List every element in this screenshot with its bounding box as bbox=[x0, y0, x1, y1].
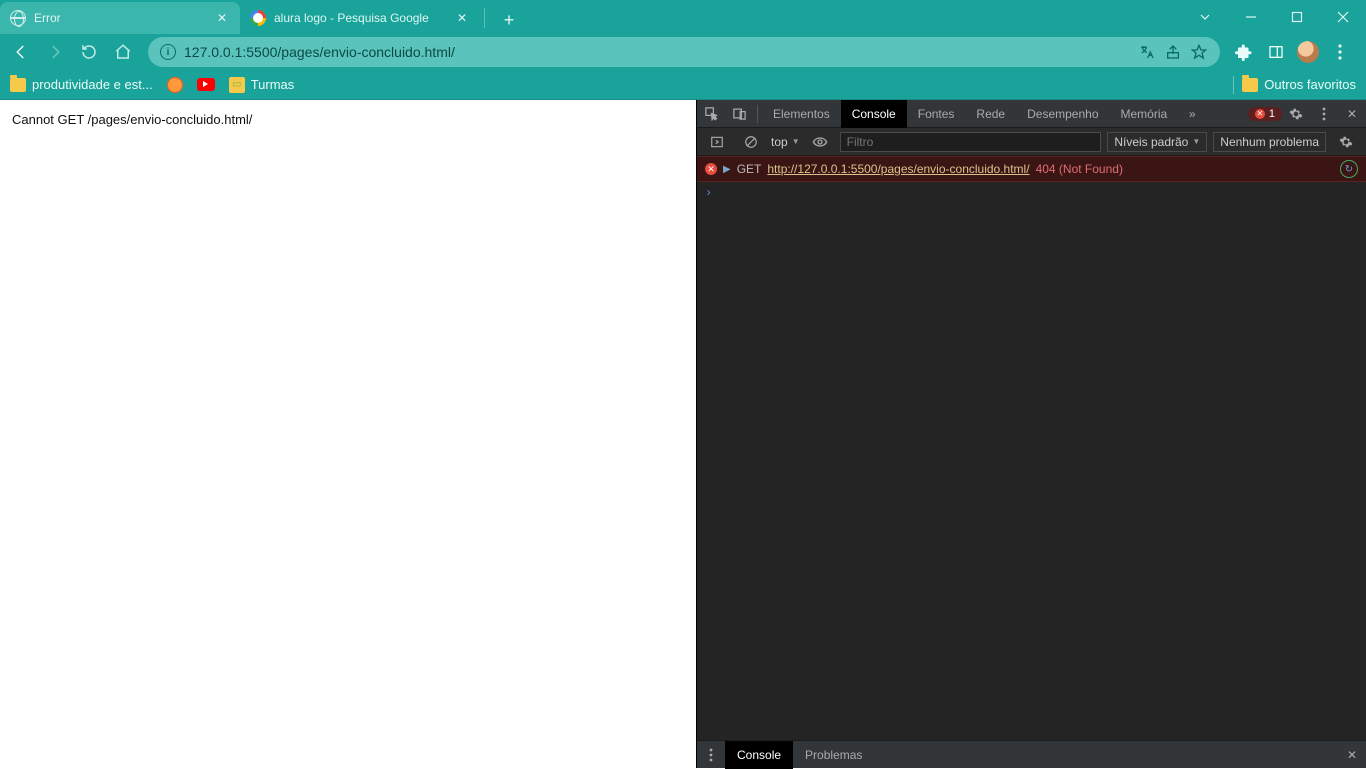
more-tabs-icon[interactable]: » bbox=[1178, 100, 1206, 128]
folder-icon bbox=[10, 78, 26, 92]
folder-icon bbox=[1242, 78, 1258, 92]
tab-title: Error bbox=[34, 11, 206, 25]
browser-tab[interactable]: alura logo - Pesquisa Google ✕ bbox=[240, 2, 480, 34]
error-dot-icon: ✕ bbox=[1255, 109, 1265, 119]
bookmark-label: Turmas bbox=[251, 77, 295, 92]
reload-button[interactable] bbox=[74, 37, 104, 67]
log-levels-selector[interactable]: Níveis padrão ▼ bbox=[1107, 132, 1207, 152]
devtools-settings-icon[interactable] bbox=[1282, 100, 1310, 128]
drawer-close-icon[interactable]: ✕ bbox=[1338, 741, 1366, 769]
live-expression-icon[interactable] bbox=[806, 128, 834, 156]
bookmarks-bar: produtividade e est... ▭ Turmas Outros f… bbox=[0, 70, 1366, 100]
page-content: Cannot GET /pages/envio-concluido.html/ bbox=[0, 100, 696, 768]
bookmark-folder[interactable]: produtividade e est... bbox=[10, 77, 153, 92]
devtools-drawer: Console Problemas ✕ bbox=[697, 740, 1366, 768]
youtube-icon bbox=[197, 78, 215, 91]
console-settings-icon[interactable] bbox=[1332, 128, 1360, 156]
forward-button[interactable] bbox=[40, 37, 70, 67]
translate-icon[interactable] bbox=[1138, 43, 1156, 61]
tab-elements[interactable]: Elementos bbox=[762, 100, 841, 128]
other-bookmarks[interactable]: Outros favoritos bbox=[1242, 77, 1356, 92]
devtools-panel: Elementos Console Fontes Rede Desempenho… bbox=[696, 100, 1366, 768]
tab-console[interactable]: Console bbox=[841, 100, 907, 128]
clear-console-icon[interactable] bbox=[737, 128, 765, 156]
separator bbox=[1233, 76, 1234, 94]
browser-tab-active[interactable]: Error ✕ bbox=[0, 2, 240, 34]
window-maximize-button[interactable] bbox=[1274, 0, 1320, 34]
console-sidebar-toggle-icon[interactable] bbox=[703, 128, 731, 156]
tab-sources[interactable]: Fontes bbox=[907, 100, 966, 128]
window-minimize-button[interactable] bbox=[1228, 0, 1274, 34]
tab-title: alura logo - Pesquisa Google bbox=[274, 11, 446, 25]
new-tab-button[interactable]: + bbox=[495, 6, 523, 34]
url-text: 127.0.0.1:5500/pages/envio-concluido.htm… bbox=[184, 44, 1130, 60]
devtools-close-icon[interactable]: ✕ bbox=[1338, 100, 1366, 128]
request-url[interactable]: http://127.0.0.1:5500/pages/envio-conclu… bbox=[767, 162, 1029, 176]
bookmark-label: Outros favoritos bbox=[1264, 77, 1356, 92]
tab-performance[interactable]: Desempenho bbox=[1016, 100, 1109, 128]
error-text: Cannot GET /pages/envio-concluido.html/ bbox=[12, 112, 252, 127]
google-icon bbox=[250, 10, 266, 26]
drawer-tab-console[interactable]: Console bbox=[725, 741, 793, 769]
window-close-button[interactable] bbox=[1320, 0, 1366, 34]
bookmark-item[interactable]: ▭ Turmas bbox=[229, 77, 295, 93]
bookmark-star-icon[interactable] bbox=[1190, 43, 1208, 61]
site-info-icon[interactable]: i bbox=[160, 44, 176, 60]
profile-avatar[interactable] bbox=[1294, 38, 1322, 66]
tab-close-icon[interactable]: ✕ bbox=[214, 10, 230, 26]
devtools-menu-icon[interactable] bbox=[1310, 100, 1338, 128]
tab-strip: Error ✕ alura logo - Pesquisa Google ✕ + bbox=[0, 0, 1366, 34]
tab-separator bbox=[484, 8, 485, 28]
error-counter[interactable]: ✕ 1 bbox=[1248, 107, 1282, 121]
side-panel-button[interactable] bbox=[1262, 38, 1290, 66]
source-link-icon[interactable]: ↻ bbox=[1340, 160, 1358, 178]
error-count: 1 bbox=[1269, 108, 1275, 120]
inspect-element-icon[interactable] bbox=[697, 100, 725, 128]
request-method: GET bbox=[737, 162, 762, 176]
error-icon: ✕ bbox=[705, 163, 717, 175]
console-prompt[interactable]: › bbox=[697, 182, 1366, 204]
chrome-menu-button[interactable] bbox=[1326, 38, 1354, 66]
issues-chip[interactable]: Nenhum problema bbox=[1213, 132, 1326, 152]
bookmark-item[interactable] bbox=[197, 78, 215, 91]
expand-arrow-icon[interactable]: ▶ bbox=[723, 164, 731, 175]
extensions-button[interactable] bbox=[1230, 38, 1258, 66]
separator bbox=[757, 105, 758, 123]
sun-icon bbox=[167, 77, 183, 93]
address-bar[interactable]: i 127.0.0.1:5500/pages/envio-concluido.h… bbox=[148, 37, 1220, 67]
toolbar: i 127.0.0.1:5500/pages/envio-concluido.h… bbox=[0, 34, 1366, 70]
chevron-down-icon: ▼ bbox=[1192, 137, 1200, 146]
back-button[interactable] bbox=[6, 37, 36, 67]
bookmark-label: produtividade e est... bbox=[32, 77, 153, 92]
execution-context-selector[interactable]: top ▼ bbox=[771, 135, 800, 149]
globe-icon bbox=[10, 10, 26, 26]
console-log-area[interactable]: ✕ ▶ GET http://127.0.0.1:5500/pages/envi… bbox=[697, 156, 1366, 740]
tab-network[interactable]: Rede bbox=[965, 100, 1016, 128]
classroom-icon: ▭ bbox=[229, 77, 245, 93]
bookmark-item[interactable] bbox=[167, 77, 183, 93]
share-icon[interactable] bbox=[1164, 43, 1182, 61]
chevron-down-icon: ▼ bbox=[792, 137, 800, 146]
tab-memory[interactable]: Memória bbox=[1110, 100, 1179, 128]
device-toolbar-icon[interactable] bbox=[725, 100, 753, 128]
tab-search-button[interactable] bbox=[1182, 0, 1228, 34]
request-status: 404 (Not Found) bbox=[1036, 162, 1123, 176]
console-error-row[interactable]: ✕ ▶ GET http://127.0.0.1:5500/pages/envi… bbox=[697, 156, 1366, 182]
console-filter-input[interactable] bbox=[840, 132, 1102, 152]
drawer-menu-icon[interactable] bbox=[697, 741, 725, 769]
drawer-tab-problems[interactable]: Problemas bbox=[793, 741, 874, 769]
tab-close-icon[interactable]: ✕ bbox=[454, 10, 470, 26]
home-button[interactable] bbox=[108, 37, 138, 67]
